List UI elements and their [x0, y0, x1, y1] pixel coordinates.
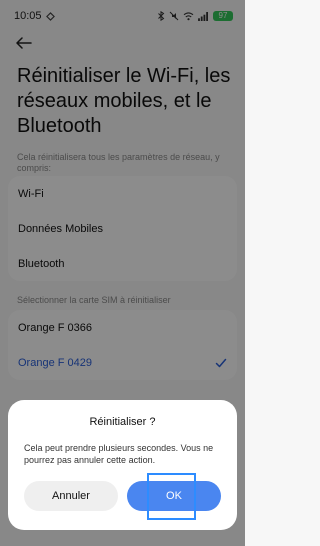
reset-confirm-dialog: Réinitialiser ? Cela peut prendre plusie… [8, 400, 237, 530]
ok-button-highlight [147, 473, 196, 520]
cancel-button[interactable]: Annuler [24, 481, 118, 511]
dialog-message: Cela peut prendre plusieurs secondes. Vo… [24, 443, 214, 465]
dialog-title: Réinitialiser ? [89, 416, 156, 428]
